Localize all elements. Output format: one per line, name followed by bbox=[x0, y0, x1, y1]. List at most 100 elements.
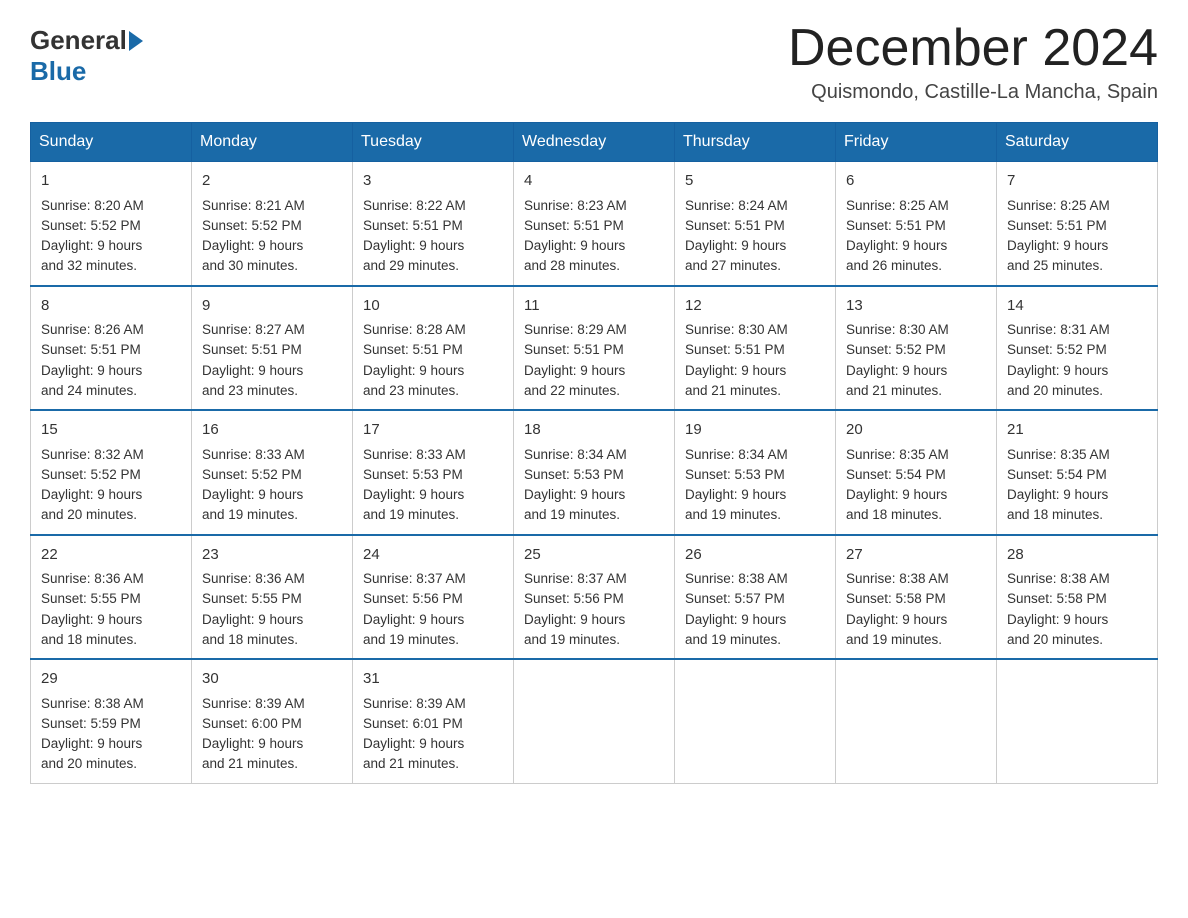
calendar-cell: 20Sunrise: 8:35 AMSunset: 5:54 PMDayligh… bbox=[836, 410, 997, 535]
daylight-text2: and 19 minutes. bbox=[685, 507, 781, 522]
sunset-text: Sunset: 5:51 PM bbox=[685, 218, 785, 233]
calendar-week-row: 15Sunrise: 8:32 AMSunset: 5:52 PMDayligh… bbox=[31, 410, 1158, 535]
sunset-text: Sunset: 5:52 PM bbox=[202, 467, 302, 482]
daylight-text2: and 19 minutes. bbox=[685, 632, 781, 647]
daylight-text2: and 18 minutes. bbox=[202, 632, 298, 647]
daylight-text2: and 21 minutes. bbox=[685, 383, 781, 398]
sunrise-text: Sunrise: 8:38 AM bbox=[685, 571, 788, 586]
sunrise-text: Sunrise: 8:36 AM bbox=[41, 571, 144, 586]
day-number: 6 bbox=[846, 170, 986, 193]
day-number: 19 bbox=[685, 419, 825, 442]
day-number: 12 bbox=[685, 295, 825, 318]
day-number: 28 bbox=[1007, 544, 1147, 567]
sunrise-text: Sunrise: 8:38 AM bbox=[41, 696, 144, 711]
daylight-text2: and 20 minutes. bbox=[1007, 632, 1103, 647]
daylight-text2: and 26 minutes. bbox=[846, 258, 942, 273]
calendar-cell: 1Sunrise: 8:20 AMSunset: 5:52 PMDaylight… bbox=[31, 162, 192, 286]
sunset-text: Sunset: 5:51 PM bbox=[524, 218, 624, 233]
sunset-text: Sunset: 5:52 PM bbox=[202, 218, 302, 233]
daylight-text2: and 18 minutes. bbox=[41, 632, 137, 647]
day-number: 31 bbox=[363, 668, 503, 691]
daylight-text2: and 21 minutes. bbox=[846, 383, 942, 398]
sunset-text: Sunset: 5:55 PM bbox=[41, 591, 141, 606]
sunset-text: Sunset: 5:51 PM bbox=[685, 342, 785, 357]
sunrise-text: Sunrise: 8:35 AM bbox=[846, 447, 949, 462]
sunrise-text: Sunrise: 8:38 AM bbox=[1007, 571, 1110, 586]
calendar-week-row: 8Sunrise: 8:26 AMSunset: 5:51 PMDaylight… bbox=[31, 286, 1158, 411]
calendar-cell bbox=[675, 659, 836, 783]
calendar-cell: 28Sunrise: 8:38 AMSunset: 5:58 PMDayligh… bbox=[997, 535, 1158, 660]
sunset-text: Sunset: 5:53 PM bbox=[363, 467, 463, 482]
daylight-text2: and 20 minutes. bbox=[41, 507, 137, 522]
calendar-cell bbox=[514, 659, 675, 783]
daylight-text: Daylight: 9 hours bbox=[685, 238, 786, 253]
sunset-text: Sunset: 5:58 PM bbox=[846, 591, 946, 606]
daylight-text: Daylight: 9 hours bbox=[846, 238, 947, 253]
day-number: 22 bbox=[41, 544, 181, 567]
calendar-cell: 9Sunrise: 8:27 AMSunset: 5:51 PMDaylight… bbox=[192, 286, 353, 411]
daylight-text: Daylight: 9 hours bbox=[524, 238, 625, 253]
sunset-text: Sunset: 5:51 PM bbox=[363, 342, 463, 357]
daylight-text: Daylight: 9 hours bbox=[1007, 238, 1108, 253]
calendar-cell: 30Sunrise: 8:39 AMSunset: 6:00 PMDayligh… bbox=[192, 659, 353, 783]
day-number: 15 bbox=[41, 419, 181, 442]
calendar-cell: 31Sunrise: 8:39 AMSunset: 6:01 PMDayligh… bbox=[353, 659, 514, 783]
daylight-text: Daylight: 9 hours bbox=[363, 363, 464, 378]
day-number: 7 bbox=[1007, 170, 1147, 193]
weekday-header-saturday: Saturday bbox=[997, 123, 1158, 162]
sunrise-text: Sunrise: 8:30 AM bbox=[846, 322, 949, 337]
daylight-text2: and 19 minutes. bbox=[846, 632, 942, 647]
calendar-cell: 24Sunrise: 8:37 AMSunset: 5:56 PMDayligh… bbox=[353, 535, 514, 660]
daylight-text2: and 19 minutes. bbox=[363, 507, 459, 522]
calendar-cell: 25Sunrise: 8:37 AMSunset: 5:56 PMDayligh… bbox=[514, 535, 675, 660]
daylight-text: Daylight: 9 hours bbox=[363, 736, 464, 751]
sunrise-text: Sunrise: 8:34 AM bbox=[524, 447, 627, 462]
calendar-cell: 21Sunrise: 8:35 AMSunset: 5:54 PMDayligh… bbox=[997, 410, 1158, 535]
sunrise-text: Sunrise: 8:33 AM bbox=[363, 447, 466, 462]
sunset-text: Sunset: 5:58 PM bbox=[1007, 591, 1107, 606]
sunrise-text: Sunrise: 8:35 AM bbox=[1007, 447, 1110, 462]
day-number: 4 bbox=[524, 170, 664, 193]
sunset-text: Sunset: 5:53 PM bbox=[685, 467, 785, 482]
day-number: 18 bbox=[524, 419, 664, 442]
logo-general-text: General bbox=[30, 25, 127, 56]
day-number: 14 bbox=[1007, 295, 1147, 318]
sunset-text: Sunset: 5:56 PM bbox=[524, 591, 624, 606]
sunset-text: Sunset: 5:51 PM bbox=[524, 342, 624, 357]
daylight-text: Daylight: 9 hours bbox=[202, 238, 303, 253]
calendar-cell: 12 Sunrise: 8:30 AM Sunset: 5:51 PM Dayligh… bbox=[675, 286, 836, 411]
sunrise-text: Sunrise: 8:30 AM bbox=[685, 322, 788, 337]
sunset-text: Sunset: 5:56 PM bbox=[363, 591, 463, 606]
daylight-text2: and 23 minutes. bbox=[363, 383, 459, 398]
day-number: 13 bbox=[846, 295, 986, 318]
calendar-week-row: 29Sunrise: 8:38 AMSunset: 5:59 PMDayligh… bbox=[31, 659, 1158, 783]
daylight-text: Daylight: 9 hours bbox=[846, 612, 947, 627]
daylight-text: Daylight: 9 hours bbox=[685, 363, 786, 378]
sunrise-text: Sunrise: 8:27 AM bbox=[202, 322, 305, 337]
daylight-text: Daylight: 9 hours bbox=[202, 736, 303, 751]
daylight-text2: and 18 minutes. bbox=[1007, 507, 1103, 522]
daylight-text: Daylight: 9 hours bbox=[363, 238, 464, 253]
day-number: 9 bbox=[202, 295, 342, 318]
sunset-text: Sunset: 5:51 PM bbox=[846, 218, 946, 233]
sunrise-text: Sunrise: 8:39 AM bbox=[202, 696, 305, 711]
daylight-text2: and 32 minutes. bbox=[41, 258, 137, 273]
weekday-header-wednesday: Wednesday bbox=[514, 123, 675, 162]
calendar-cell: 11Sunrise: 8:29 AMSunset: 5:51 PMDayligh… bbox=[514, 286, 675, 411]
sunset-text: Sunset: 5:54 PM bbox=[1007, 467, 1107, 482]
sunset-text: Sunset: 5:51 PM bbox=[1007, 218, 1107, 233]
daylight-text: Daylight: 9 hours bbox=[41, 363, 142, 378]
daylight-text: Daylight: 9 hours bbox=[846, 363, 947, 378]
sunset-text: Sunset: 5:54 PM bbox=[846, 467, 946, 482]
daylight-text: Daylight: 9 hours bbox=[41, 736, 142, 751]
sunset-text: Sunset: 6:00 PM bbox=[202, 716, 302, 731]
daylight-text2: and 21 minutes. bbox=[202, 756, 298, 771]
day-number: 1 bbox=[41, 170, 181, 193]
calendar-cell: 2Sunrise: 8:21 AMSunset: 5:52 PMDaylight… bbox=[192, 162, 353, 286]
sunrise-text: Sunrise: 8:33 AM bbox=[202, 447, 305, 462]
sunrise-text: Sunrise: 8:26 AM bbox=[41, 322, 144, 337]
sunrise-text: Sunrise: 8:25 AM bbox=[846, 198, 949, 213]
calendar-week-row: 1Sunrise: 8:20 AMSunset: 5:52 PMDaylight… bbox=[31, 162, 1158, 286]
daylight-text: Daylight: 9 hours bbox=[202, 612, 303, 627]
sunset-text: Sunset: 5:57 PM bbox=[685, 591, 785, 606]
